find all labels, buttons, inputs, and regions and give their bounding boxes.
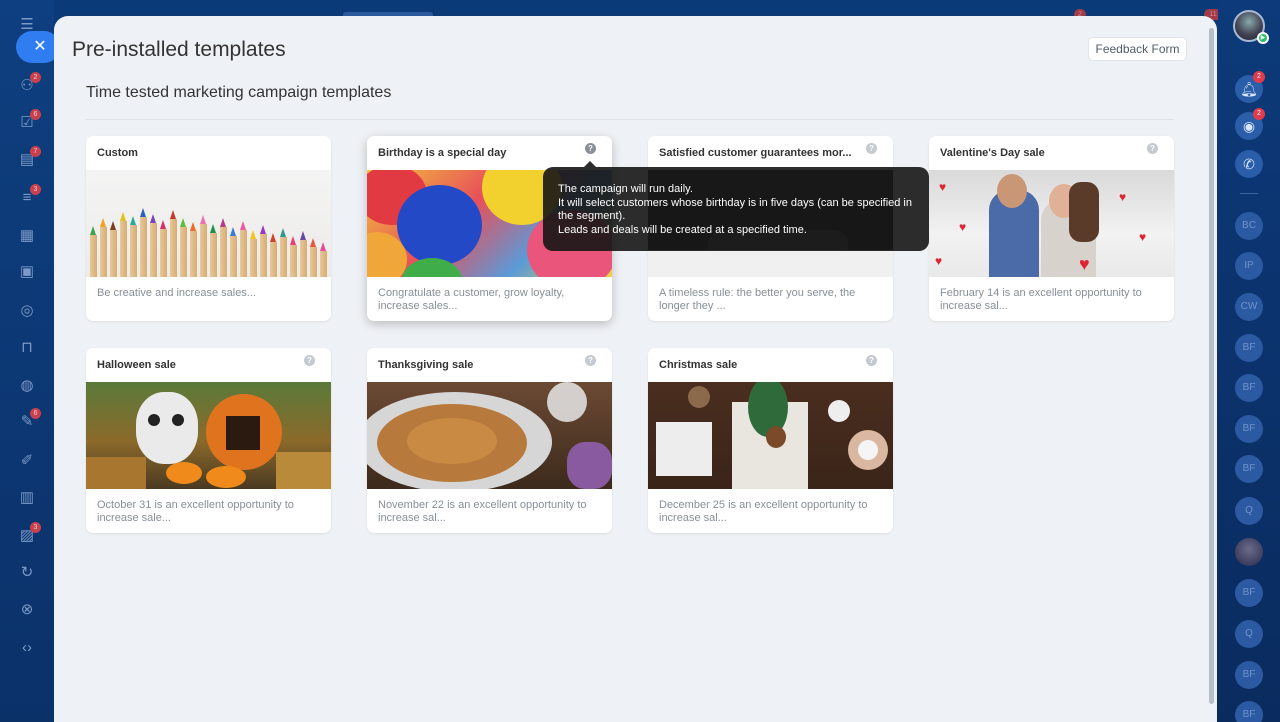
page-title: Pre-installed templates (72, 38, 286, 61)
contact-avatar[interactable]: BF (1235, 701, 1263, 722)
help-icon[interactable]: ? (585, 143, 596, 154)
left-sidebar: ☰ ⚇ 2 ☑ 6 ▤ 7 ≡ 3 ▦ ▣ ◎ ⊓ ◍ ✎ 6 ✐ ▥ ▨ 3 … (0, 0, 54, 722)
template-image: ♥ ♥ ♥ ♥ ♥ ♥ (929, 170, 1174, 277)
contact-avatar[interactable]: BF (1235, 334, 1263, 362)
tooltip-line: The campaign will run daily. (558, 183, 693, 195)
divider (1240, 193, 1258, 194)
card-title: Satisfied customer guarantees mor... (659, 147, 852, 159)
analytics-icon[interactable]: ▥ (18, 489, 36, 507)
card-description: October 31 is an excellent opportunity t… (97, 499, 294, 524)
crm-badge: 2 (30, 72, 41, 83)
contact-avatar[interactable]: BF (1235, 455, 1263, 483)
code-icon[interactable]: ‹› (18, 639, 36, 657)
template-image (367, 382, 612, 489)
help-icon[interactable]: ? (1147, 143, 1158, 154)
template-image (648, 382, 893, 489)
card-description: Be creative and increase sales... (97, 287, 256, 299)
marketing-icon[interactable]: ◎ (18, 302, 36, 320)
right-sidebar: ▶ 🔔︎ 2 ◉ 2 ✆ BC IP CW BF BF BF BF Q BF Q… (1218, 0, 1280, 722)
divider (86, 119, 1174, 120)
template-card-thanksgiving[interactable]: Thanksgiving sale ? November 22 is an ex… (367, 348, 612, 533)
apps-icon[interactable]: ⊗ (18, 601, 36, 619)
template-card-valentines[interactable]: Valentine's Day sale ? ♥ ♥ ♥ ♥ ♥ ♥ Febru… (929, 136, 1174, 321)
template-image (86, 170, 331, 277)
contact-avatar[interactable]: BF (1235, 374, 1263, 402)
card-description: A timeless rule: the better you serve, t… (659, 287, 856, 312)
card-description: February 14 is an excellent opportunity … (940, 287, 1142, 312)
automation-badge: 3 (30, 522, 41, 533)
card-title: Christmas sale (659, 359, 738, 371)
contact-avatar[interactable]: IP (1235, 252, 1263, 280)
contact-center-icon[interactable]: ◍ (18, 377, 36, 395)
notification-badge: 2 (1253, 71, 1265, 83)
filter-badge: 3 (30, 184, 41, 195)
card-description: Congratulate a customer, grow loyalty, i… (378, 287, 565, 312)
card-description: November 22 is an excellent opportunity … (378, 499, 587, 524)
help-icon[interactable]: ? (585, 355, 596, 366)
contact-avatar[interactable]: BF (1235, 661, 1263, 689)
forms-badge: 6 (30, 408, 41, 419)
card-description: December 25 is an excellent opportunity … (659, 499, 868, 524)
contact-avatar[interactable]: Q (1235, 620, 1263, 648)
activity-badge: 2 (1253, 108, 1265, 120)
status-online-icon: ▶ (1257, 32, 1269, 44)
help-icon[interactable]: ? (866, 143, 877, 154)
feedback-form-button[interactable]: Feedback Form (1088, 37, 1187, 61)
card-title: Halloween sale (97, 359, 176, 371)
sync-icon[interactable]: ↻ (18, 564, 36, 582)
templates-panel: Pre-installed templates Feedback Form Ti… (54, 16, 1217, 722)
tooltip-line: It will select customers whose birthday … (558, 196, 912, 223)
tooltip-line: Leads and deals will be created at a spe… (558, 223, 807, 236)
card-title: Valentine's Day sale (940, 147, 1045, 159)
card-title: Thanksgiving sale (378, 359, 474, 371)
calendar-icon[interactable]: ▦ (18, 227, 36, 245)
template-card-halloween[interactable]: Halloween sale ? October 31 is an excell… (86, 348, 331, 533)
tasks-badge: 6 (30, 109, 41, 120)
help-icon[interactable]: ? (866, 355, 877, 366)
contact-avatar[interactable]: CW (1235, 293, 1263, 321)
card-title: Birthday is a special day (378, 147, 507, 159)
scrollbar[interactable] (1209, 28, 1214, 704)
tooltip: The campaign will run daily. It will sel… (543, 167, 929, 251)
template-image (86, 382, 331, 489)
contact-avatar[interactable]: Q (1235, 497, 1263, 525)
card-title: Custom (97, 147, 138, 159)
cart-icon[interactable]: ⊓ (18, 339, 36, 357)
template-card-custom[interactable]: Custom Be creative and increase sales... (86, 136, 331, 321)
contact-avatar[interactable]: BC (1235, 212, 1263, 240)
section-subtitle: Time tested marketing campaign templates (86, 84, 392, 101)
pen-icon[interactable]: ✐ (18, 452, 36, 470)
chat-icon[interactable]: ✆ (1235, 150, 1263, 178)
template-card-christmas[interactable]: Christmas sale ? December 25 is an excel… (648, 348, 893, 533)
help-icon[interactable]: ? (304, 355, 315, 366)
contact-avatar[interactable]: BF (1235, 579, 1263, 607)
contact-avatar[interactable]: BF (1235, 415, 1263, 443)
drive-icon[interactable]: ▣ (18, 263, 36, 281)
feed-badge: 7 (30, 146, 41, 157)
contact-photo-avatar[interactable] (1235, 538, 1263, 566)
